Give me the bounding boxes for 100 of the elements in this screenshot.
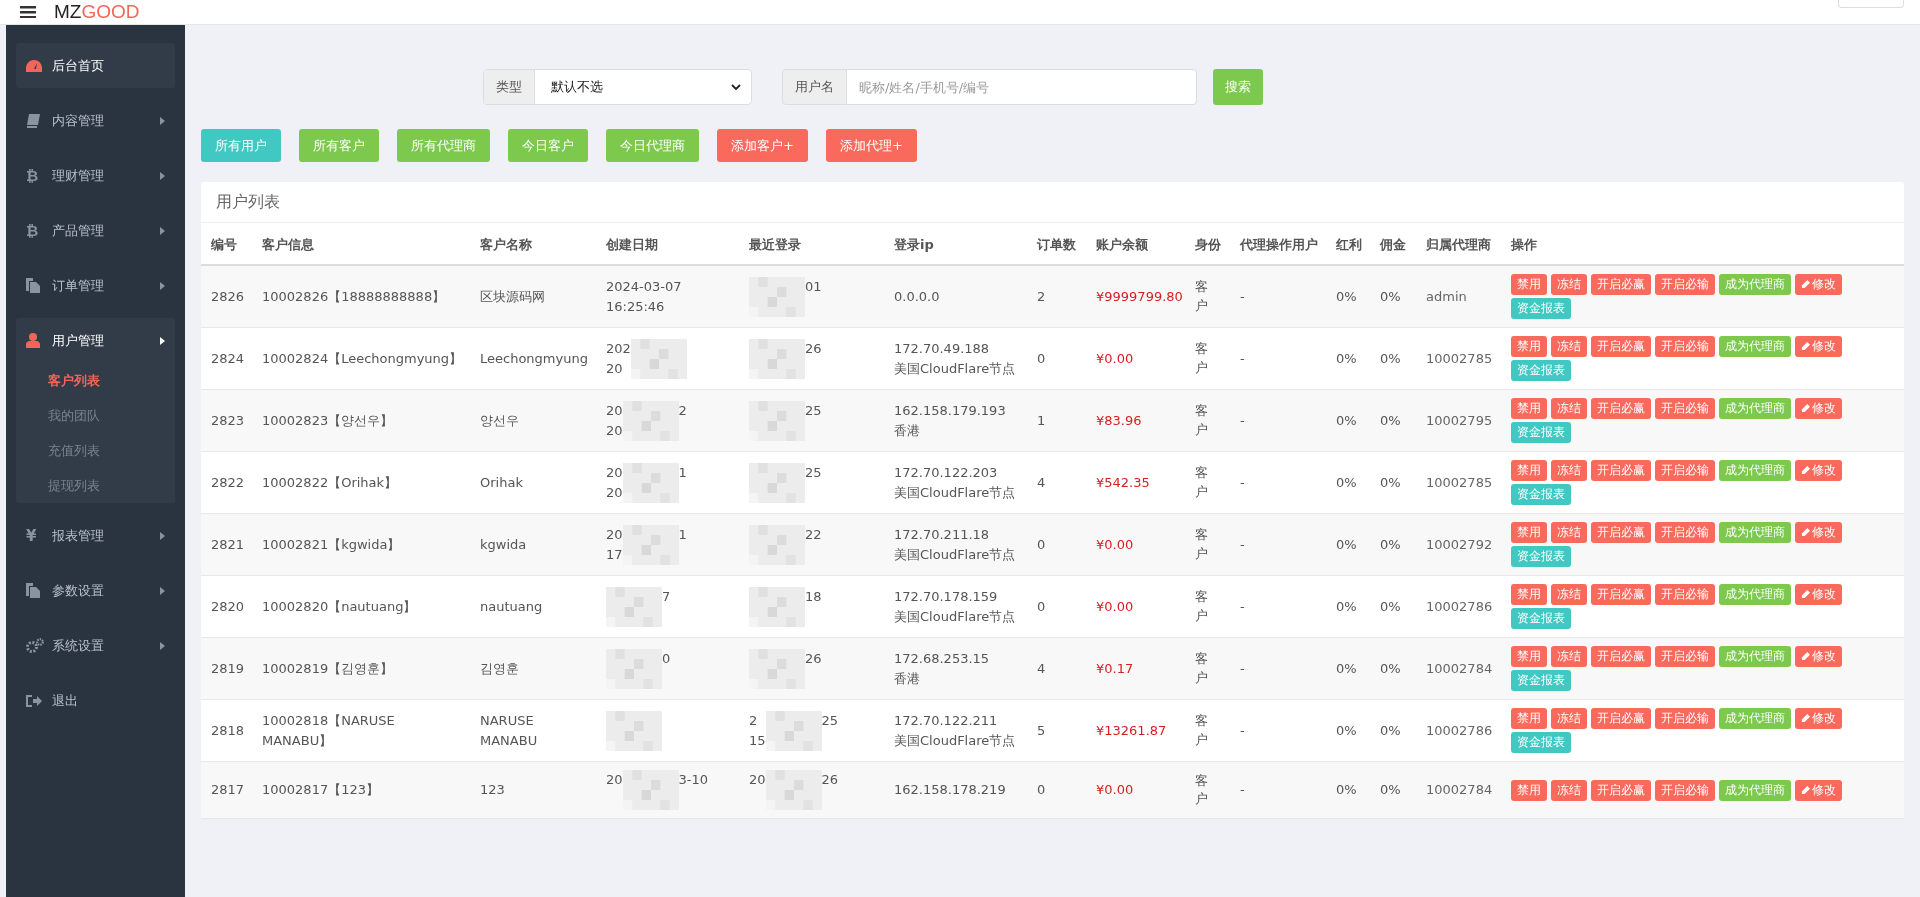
action-button[interactable]: 成为代理商: [1719, 336, 1791, 357]
date-fragment: 25: [821, 711, 839, 730]
action-button[interactable]: 开启必赢: [1591, 336, 1651, 357]
action-button[interactable]: 开启必赢: [1591, 460, 1651, 481]
action-button[interactable]: 开启必输: [1655, 460, 1715, 481]
action-button[interactable]: 冻结: [1551, 522, 1587, 543]
currency-icon: ₿: [26, 221, 39, 240]
submenu-item[interactable]: 我的团队: [16, 398, 175, 433]
sidebar-item[interactable]: ₿ 产品管理: [16, 208, 175, 253]
submenu-item[interactable]: 提现列表: [16, 468, 175, 503]
table-cell-text: 香港: [894, 421, 921, 440]
sidebar-item[interactable]: ¥ 报表管理: [16, 513, 175, 558]
search-button[interactable]: 搜索: [1213, 69, 1263, 105]
action-button[interactable]: 冻结: [1551, 398, 1587, 419]
action-button[interactable]: 冻结: [1551, 584, 1587, 605]
action-button[interactable]: 资金报表: [1511, 298, 1571, 319]
pencil-icon: [1801, 785, 1810, 795]
sidebar-item[interactable]: 参数设置: [16, 568, 175, 613]
action-button[interactable]: 禁用: [1511, 779, 1547, 801]
username-field[interactable]: 昵称/姓名/手机号/编号: [847, 69, 1197, 105]
action-button[interactable]: 冻结: [1551, 336, 1587, 357]
filter-button[interactable]: 今日客户: [508, 129, 588, 162]
table-cell: 양선우: [480, 412, 519, 428]
files-icon: [26, 278, 40, 293]
action-button[interactable]: 开启必赢: [1591, 398, 1651, 419]
sidebar-item[interactable]: 内容管理: [16, 98, 175, 143]
sidebar-item[interactable]: 后台首页: [16, 43, 175, 88]
action-button[interactable]: 资金报表: [1511, 422, 1571, 443]
action-button[interactable]: 开启必输: [1655, 336, 1715, 357]
sidebar-item[interactable]: 退出: [16, 678, 175, 723]
date-fragment: 1: [678, 463, 687, 482]
action-button[interactable]: 修改: [1795, 708, 1842, 729]
action-button[interactable]: 资金报表: [1511, 360, 1571, 381]
action-button[interactable]: 禁用: [1511, 522, 1547, 543]
submenu-item[interactable]: 充值列表: [16, 433, 175, 468]
action-button[interactable]: 开启必输: [1655, 779, 1715, 801]
filter-button[interactable]: 所有代理商: [397, 129, 490, 162]
action-button[interactable]: 冻结: [1551, 646, 1587, 667]
action-button[interactable]: 成为代理商: [1719, 646, 1791, 667]
date-fragment: 1: [678, 525, 687, 544]
action-button[interactable]: 资金报表: [1511, 670, 1571, 691]
action-button[interactable]: 冻结: [1551, 460, 1587, 481]
action-button[interactable]: 禁用: [1511, 646, 1547, 667]
action-button[interactable]: 资金报表: [1511, 484, 1571, 505]
action-button[interactable]: 修改: [1795, 398, 1842, 419]
action-button[interactable]: 成为代理商: [1719, 460, 1791, 481]
action-button[interactable]: 开启必输: [1655, 584, 1715, 605]
action-button[interactable]: 开启必赢: [1591, 522, 1651, 543]
sidebar-item[interactable]: 订单管理: [16, 263, 175, 308]
action-button[interactable]: 开启必输: [1655, 522, 1715, 543]
action-button[interactable]: 开启必输: [1655, 274, 1715, 295]
action-button[interactable]: 开启必赢: [1591, 708, 1651, 729]
menu-icon[interactable]: [20, 6, 36, 18]
action-button[interactable]: 禁用: [1511, 460, 1547, 481]
action-button[interactable]: 禁用: [1511, 584, 1547, 605]
action-button[interactable]: 禁用: [1511, 398, 1547, 419]
caret-icon: [160, 641, 165, 650]
sidebar-item[interactable]: 系统设置: [16, 623, 175, 668]
action-button[interactable]: 开启必赢: [1591, 584, 1651, 605]
action-button[interactable]: 成为代理商: [1719, 398, 1791, 419]
action-button[interactable]: 修改: [1795, 522, 1842, 543]
action-button[interactable]: 修改: [1795, 779, 1842, 801]
filter-button[interactable]: 今日代理商: [606, 129, 699, 162]
action-button[interactable]: 冻结: [1551, 779, 1587, 801]
submenu-item[interactable]: 客户列表: [16, 363, 175, 398]
action-button[interactable]: 修改: [1795, 584, 1842, 605]
filter-button[interactable]: 添加代理+: [825, 129, 917, 162]
table-cell: 0%: [1336, 350, 1357, 366]
filter-button[interactable]: 所有客户: [299, 129, 379, 162]
filter-button[interactable]: 添加客户+: [717, 129, 808, 162]
action-button[interactable]: 修改: [1795, 336, 1842, 357]
action-button[interactable]: 开启必输: [1655, 646, 1715, 667]
action-button[interactable]: 修改: [1795, 646, 1842, 667]
logo-text: MZ: [54, 1, 82, 22]
sidebar-item[interactable]: 用户管理: [16, 318, 175, 363]
action-button[interactable]: 冻结: [1551, 274, 1587, 295]
action-button[interactable]: 成为代理商: [1719, 584, 1791, 605]
action-button[interactable]: 资金报表: [1511, 732, 1571, 753]
action-button[interactable]: 成为代理商: [1719, 779, 1791, 801]
action-button[interactable]: 开启必赢: [1591, 646, 1651, 667]
action-button[interactable]: 成为代理商: [1719, 708, 1791, 729]
action-button[interactable]: 冻结: [1551, 708, 1587, 729]
sidebar-item[interactable]: ₿ 理财管理: [16, 153, 175, 198]
action-button[interactable]: 开启必输: [1655, 398, 1715, 419]
table-cell: 2826: [211, 288, 245, 304]
action-button[interactable]: 开启必输: [1655, 708, 1715, 729]
action-button[interactable]: 禁用: [1511, 336, 1547, 357]
action-button[interactable]: 禁用: [1511, 708, 1547, 729]
action-button[interactable]: 修改: [1795, 274, 1842, 295]
action-button[interactable]: 修改: [1795, 460, 1842, 481]
action-button[interactable]: 资金报表: [1511, 608, 1571, 629]
table-cell: 0: [1037, 536, 1046, 552]
table-cell: 10002784: [1426, 660, 1493, 676]
action-button[interactable]: 开启必赢: [1591, 274, 1651, 295]
action-button[interactable]: 成为代理商: [1719, 274, 1791, 295]
action-button[interactable]: 禁用: [1511, 274, 1547, 295]
action-button[interactable]: 成为代理商: [1719, 522, 1791, 543]
action-button[interactable]: 开启必赢: [1591, 779, 1651, 801]
action-button[interactable]: 资金报表: [1511, 546, 1571, 567]
filter-button[interactable]: 所有用户: [201, 129, 281, 162]
